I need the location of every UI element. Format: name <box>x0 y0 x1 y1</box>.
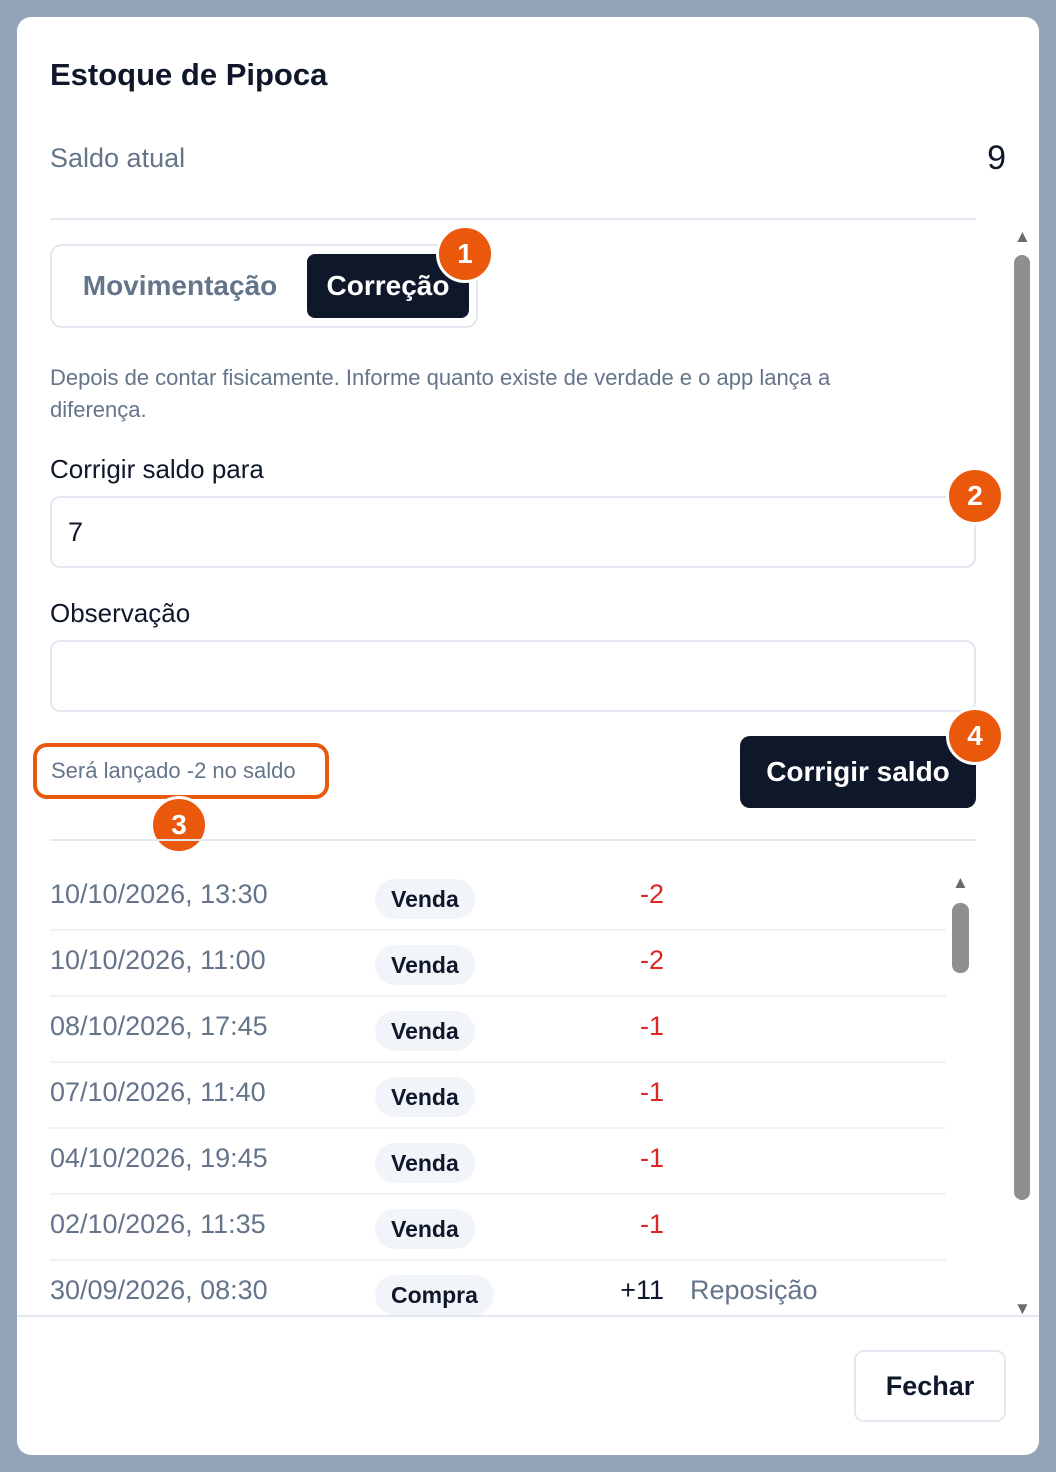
scrollbar-thumb[interactable] <box>1014 255 1030 1200</box>
history-qty: -1 <box>639 1077 664 1107</box>
movement-history: 10/10/2026, 13:30 Venda -2 10/10/2026, 1… <box>50 865 946 1315</box>
modal-scrollbar[interactable]: ▲ ▼ <box>1012 227 1032 1318</box>
note-input[interactable] <box>50 640 976 712</box>
history-type-badge: Venda <box>375 945 475 985</box>
correction-hint: Depois de contar fisicamente. Informe qu… <box>50 365 831 422</box>
close-button[interactable]: Fechar <box>854 1350 1006 1422</box>
history-row: 08/10/2026, 17:45 Venda -1 <box>50 997 946 1063</box>
target-balance-label: Corrigir saldo para <box>50 454 264 484</box>
history-type-badge: Venda <box>375 1077 475 1117</box>
history-type-badge: Venda <box>375 1209 475 1249</box>
history-date: 10/10/2026, 11:00 <box>50 945 266 975</box>
history-qty: -1 <box>639 1011 664 1041</box>
history-qty: +11 <box>620 1275 664 1305</box>
history-row: 07/10/2026, 11:40 Venda -1 <box>50 1063 946 1129</box>
step-badge-4: 4 <box>946 707 1004 765</box>
step-badge-3: 3 <box>150 796 208 854</box>
stock-modal: Estoque de Pipoca Saldo atual 9 ▲ ▼ Movi… <box>17 17 1039 1455</box>
history-date: 02/10/2026, 11:35 <box>50 1209 266 1239</box>
history-type-badge: Venda <box>375 1011 475 1051</box>
step-badge-2: 2 <box>946 467 1004 525</box>
balance-label: Saldo atual <box>50 143 186 173</box>
history-row: 04/10/2026, 19:45 Venda -1 <box>50 1129 946 1195</box>
target-balance-input[interactable] <box>50 496 976 568</box>
divider <box>50 218 976 220</box>
history-row: 10/10/2026, 11:00 Venda -2 <box>50 931 946 997</box>
tab-movimentacao[interactable]: Movimentação <box>64 254 296 318</box>
divider <box>50 839 976 841</box>
history-qty: -1 <box>639 1209 664 1239</box>
history-type-badge: Venda <box>375 879 475 919</box>
history-row: 02/10/2026, 11:35 Venda -1 <box>50 1195 946 1261</box>
history-note: Reposição <box>690 1275 818 1305</box>
correct-balance-button[interactable]: Corrigir saldo <box>740 736 976 808</box>
difference-preview: Será lançado -2 no saldo <box>33 743 329 799</box>
balance-value: 9 <box>987 139 1006 177</box>
history-type-badge: Venda <box>375 1143 475 1183</box>
history-date: 10/10/2026, 13:30 <box>50 879 268 909</box>
history-row: 30/09/2026, 08:30 Compra +11 Reposição <box>50 1261 946 1315</box>
modal-title: Estoque de Pipoca <box>50 57 328 92</box>
history-scrollbar[interactable]: ▲ <box>951 873 971 1003</box>
history-qty: -1 <box>639 1143 664 1173</box>
step-badge-1: 1 <box>436 225 494 283</box>
scroll-up-arrow-icon[interactable]: ▲ <box>1014 227 1031 247</box>
history-date: 30/09/2026, 08:30 <box>50 1275 268 1305</box>
scrollbar-thumb[interactable] <box>952 903 969 973</box>
mode-toggle: Movimentação Correção <box>50 244 478 328</box>
footer-divider <box>17 1315 1039 1317</box>
history-row: 10/10/2026, 13:30 Venda -2 <box>50 865 946 931</box>
history-qty: -2 <box>639 879 664 909</box>
history-date: 04/10/2026, 19:45 <box>50 1143 268 1173</box>
scroll-up-arrow-icon[interactable]: ▲ <box>952 873 969 893</box>
history-qty: -2 <box>639 945 664 975</box>
history-type-badge: Compra <box>375 1275 494 1315</box>
history-date: 07/10/2026, 11:40 <box>50 1077 266 1107</box>
history-date: 08/10/2026, 17:45 <box>50 1011 268 1041</box>
note-label: Observação <box>50 598 191 628</box>
